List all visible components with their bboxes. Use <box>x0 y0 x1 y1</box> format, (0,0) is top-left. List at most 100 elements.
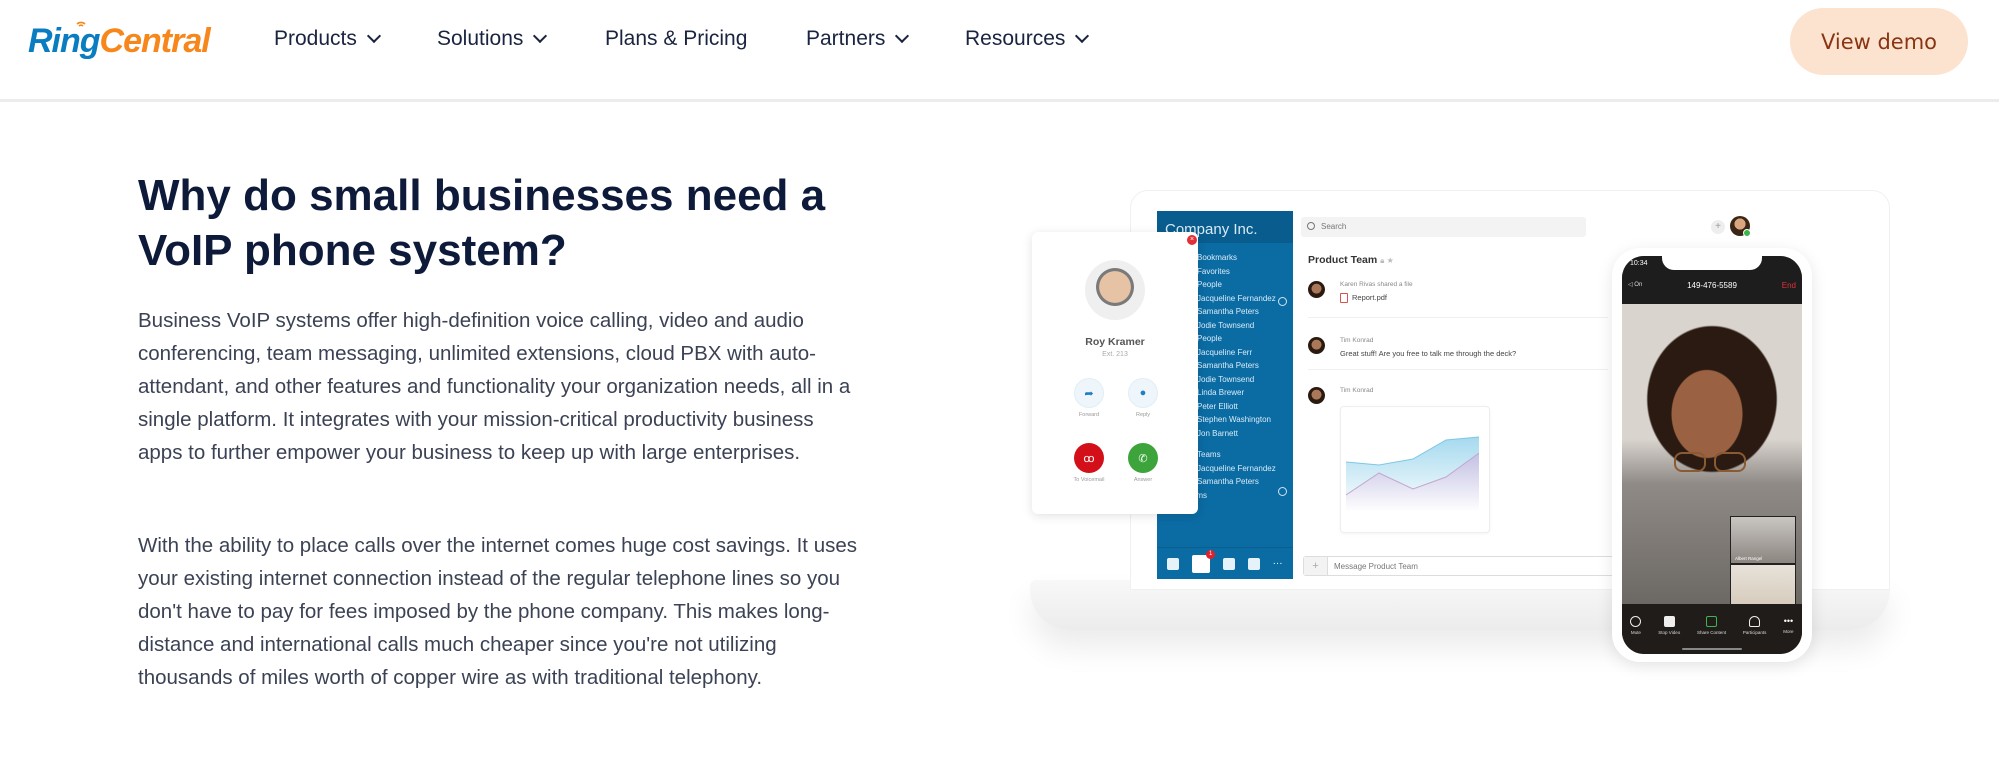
chevron-down-icon <box>366 28 381 44</box>
messages-icon <box>1167 557 1180 570</box>
nav-resources[interactable]: Resources <box>965 27 1090 51</box>
caller-ext: Ext. 213 <box>1102 351 1128 358</box>
sidebar-item: Stephen Washington <box>1197 415 1271 424</box>
sidebar-item: Bookmarks <box>1197 253 1238 262</box>
end-call-label: End <box>1781 281 1796 290</box>
add-icon: + <box>1711 220 1725 234</box>
user-avatar <box>1730 216 1751 237</box>
stop-video-label: Stop Video <box>1658 629 1681 635</box>
message-placeholder: Message Product Team <box>1334 562 1418 571</box>
forward-label: Forward <box>1078 412 1100 418</box>
call-toolbar: Mute Stop Video Share Content Participan… <box>1622 604 1802 654</box>
sidebar-item: Jacqueline Fernandez <box>1197 463 1276 473</box>
chevron-down-icon <box>533 28 548 44</box>
nav-plans-pricing-label: Plans & Pricing <box>605 27 748 50</box>
wifi-icon <box>76 21 86 27</box>
incoming-call-card: × Roy Kramer Ext. 213 ➦ Forward ● Reply … <box>1032 232 1198 514</box>
sidebar-item: People <box>1197 334 1222 343</box>
area-chart-graphic <box>1345 436 1480 512</box>
message-text: Great stuff! Are you free to talk me thr… <box>1340 349 1517 358</box>
phone-time: 10:34 <box>1630 260 1648 267</box>
mute-control: Mute <box>1630 615 1642 635</box>
caller-photo <box>1085 260 1145 320</box>
video-icon <box>1247 557 1260 570</box>
body-paragraph: Business VoIP systems offer high-definit… <box>138 309 851 464</box>
sidebar-item: Samantha Peters <box>1197 307 1259 316</box>
nav-solutions-label: Solutions <box>437 27 524 50</box>
avatar <box>1308 387 1325 404</box>
site-header: RingCentral Products Solutions Plans & P… <box>0 0 1999 102</box>
search-icon <box>1307 222 1315 230</box>
home-indicator <box>1682 648 1742 650</box>
add-icon <box>1278 297 1287 306</box>
message-author: Karen Rivas shared a file <box>1340 281 1413 288</box>
nav-partners-label: Partners <box>806 27 886 50</box>
phone-status-bar: 10:34 ◁ On 149-476-5589 End <box>1622 256 1802 304</box>
phone-icon: 1 <box>1192 549 1216 573</box>
share-content-control: Share Content <box>1697 615 1727 635</box>
message-file: Report.pdf <box>1340 293 1388 304</box>
divider <box>1308 317 1608 318</box>
sidebar-item: Linda Brewer <box>1197 388 1245 397</box>
view-demo-button[interactable]: View demo <box>1790 8 1968 75</box>
chat-search-input: Search <box>1301 217 1586 237</box>
sidebar-toolbar: 1 ··· <box>1157 547 1293 579</box>
mute-label: Mute <box>1630 629 1641 635</box>
nav-plans-pricing[interactable]: Plans & Pricing <box>605 27 747 51</box>
video-camera-icon <box>1663 615 1675 627</box>
message-author: Tim Konrad <box>1340 337 1374 344</box>
body-paragraph: With the ability to place calls over the… <box>138 534 857 689</box>
nav-products-label: Products <box>274 27 357 50</box>
reply-icon: ● <box>1128 378 1158 408</box>
sidebar-item: Jodie Townsend <box>1197 374 1255 384</box>
sidebar-item: Samantha Peters <box>1197 361 1259 370</box>
sidebar-item: Jacqueline Ferr <box>1197 347 1253 357</box>
ringcentral-logo[interactable]: RingCentral <box>28 21 211 61</box>
meetings-icon <box>1222 557 1235 570</box>
participant-name: Albert Rangel <box>1735 556 1763 561</box>
close-icon: × <box>1187 235 1197 245</box>
pdf-icon <box>1340 293 1348 304</box>
caller-name: Roy Kramer <box>1085 336 1145 348</box>
share-content-label: Share Content <box>1697 629 1727 635</box>
product-illustration: Company Inc. Bookmarks Favorites People … <box>1020 170 1900 690</box>
answer-icon: ✆ <box>1128 443 1158 473</box>
logo-central-text: Central <box>99 22 211 60</box>
more-label: More <box>1783 629 1794 634</box>
shared-chart-image <box>1340 406 1490 533</box>
sidebar-item: People <box>1197 280 1222 289</box>
team-title: Product Team 🔒︎ ★ <box>1308 254 1394 266</box>
microphone-icon <box>1630 615 1642 627</box>
sidebar-list: Bookmarks Favorites People Jacqueline Fe… <box>1167 251 1276 502</box>
nav-solutions[interactable]: Solutions <box>437 27 548 51</box>
share-icon <box>1706 615 1718 627</box>
sidebar-item: Peter Elliott <box>1197 401 1238 411</box>
sidebar-item: Jodie Townsend <box>1197 320 1255 330</box>
page-title: Why do small businesses need a VoIP phon… <box>138 171 826 275</box>
chevron-down-icon <box>895 28 910 44</box>
participant-thumbnail: Albert Rangel <box>1730 516 1796 564</box>
divider <box>1308 369 1608 370</box>
video-call-feed: Albert Rangel May Sandy <box>1622 304 1802 612</box>
avatar <box>1308 337 1325 354</box>
team-title-text: Product Team <box>1308 254 1378 266</box>
nav-partners[interactable]: Partners <box>806 27 910 51</box>
add-icon <box>1278 487 1287 496</box>
smartphone: Albert Rangel May Sandy 10:34 ◁ On 149-4… <box>1612 248 1812 662</box>
nav-products[interactable]: Products <box>274 27 381 51</box>
more-icon: ··· <box>1272 558 1283 569</box>
phone-notch <box>1662 256 1762 270</box>
notification-badge: 1 <box>1206 549 1216 559</box>
stop-video-control: Stop Video <box>1658 615 1681 635</box>
answer-label: Answer <box>1133 477 1153 483</box>
more-icon: ••• <box>1783 616 1794 626</box>
avatar <box>1308 281 1325 298</box>
participants-icon <box>1749 615 1761 627</box>
voicemail-label: To Voicemail <box>1073 477 1105 483</box>
forward-icon: ➦ <box>1074 378 1104 408</box>
file-name: Report.pdf <box>1352 293 1388 302</box>
nav-resources-label: Resources <box>965 27 1066 50</box>
lock-star-icon: 🔒︎ ★ <box>1380 256 1394 265</box>
phone-screen: Albert Rangel May Sandy 10:34 ◁ On 149-4… <box>1622 256 1802 654</box>
more-control: ••• More <box>1783 616 1793 634</box>
